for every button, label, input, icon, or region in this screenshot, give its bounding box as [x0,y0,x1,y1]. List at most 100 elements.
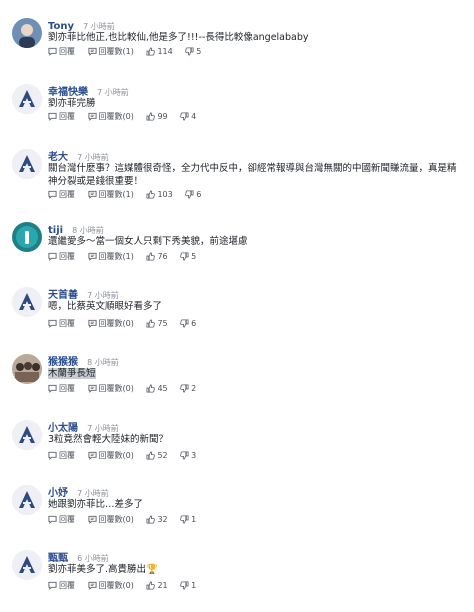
dislike-button[interactable]: 5 [180,252,196,261]
dislike-button[interactable]: 1 [180,515,196,524]
reply-count-icon [87,515,97,524]
reply-label: 回覆 [59,515,75,524]
thumbs-down-icon [180,384,189,393]
dislike-button[interactable]: 6 [180,319,196,328]
reply-count-button[interactable]: 回覆數(0) [87,111,134,122]
dislike-button[interactable]: 3 [180,451,196,460]
dislike-count: 2 [191,384,197,393]
like-button[interactable]: 99 [146,112,168,121]
timestamp: 8 小時前 [87,358,119,367]
avatar[interactable] [12,550,42,580]
reply-label: 回覆 [59,319,75,328]
thumbs-down-icon [185,190,194,199]
dislike-button[interactable]: 1 [180,581,196,590]
like-button[interactable]: 75 [146,319,168,328]
reply-count-label: 回覆數(0) [98,319,134,328]
thumbs-up-icon [146,515,156,524]
timestamp: 7 小時前 [87,291,119,300]
comment-item: 小妤 7 小時前 她跟劉亦菲比…差多了 回覆 回覆數(0) 32 1 [0,481,474,547]
reply-count-button[interactable]: 回覆數(0) [87,450,134,461]
comment-item: 甄甄 6 小時前 劉亦菲美多了.高貴勝出🏆 回覆 回覆數(0) 21 1 [0,546,474,612]
reply-icon [48,112,57,121]
comment-header: 甄甄 6 小時前 [48,546,109,564]
avatar[interactable] [12,18,42,48]
thumbs-down-icon [185,47,194,56]
like-button[interactable]: 103 [146,190,173,199]
reply-button[interactable]: 回覆 [48,580,75,591]
thumbs-up-icon [146,581,156,590]
dislike-button[interactable]: 5 [185,47,201,56]
reply-count-button[interactable]: 回覆數(1) [87,46,134,57]
reply-count-label: 回覆數(1) [98,190,134,199]
comment-feed: Tony 7 小時前 劉亦菲比他正,也比較仙,他是多了!!!--長得比較像ang… [0,0,474,594]
comment-actions: 回覆 回覆數(0) 32 1 [48,514,206,526]
reply-icon [48,47,57,56]
reply-count-button[interactable]: 回覆數(0) [87,318,134,329]
thumbs-down-icon [180,515,189,524]
comment-text: 劉亦菲比他正,也比較仙,他是多了!!!--長得比較像angelababy [48,31,458,44]
comment-header: 老大 7 小時前 [48,145,109,163]
comment-item: Tony 7 小時前 劉亦菲比他正,也比較仙,他是多了!!!--長得比較像ang… [0,14,474,80]
dislike-count: 5 [191,252,197,261]
reply-button[interactable]: 回覆 [48,111,75,122]
avatar[interactable] [12,222,42,252]
like-count: 76 [157,252,168,261]
dislike-count: 6 [191,319,197,328]
timestamp: 7 小時前 [77,153,109,162]
like-button[interactable]: 76 [146,252,168,261]
reply-count-button[interactable]: 回覆數(1) [87,251,134,262]
reply-count-icon [87,319,97,328]
reply-button[interactable]: 回覆 [48,46,75,57]
reply-icon [48,252,57,261]
like-count: 99 [157,112,168,121]
timestamp: 7 小時前 [83,22,115,31]
like-button[interactable]: 21 [146,581,168,590]
thumbs-up-icon [146,47,156,56]
dislike-button[interactable]: 2 [180,384,196,393]
comment-text-content: 嗯，比蔡英文順眼好看多了 [48,301,163,312]
dislike-button[interactable]: 6 [185,190,201,199]
reply-count-button[interactable]: 回覆數(0) [87,580,134,591]
reply-count-button[interactable]: 回覆數(0) [87,383,134,394]
avatar[interactable] [12,354,42,384]
reply-button[interactable]: 回覆 [48,514,75,525]
like-count: 21 [157,581,168,590]
reply-count-icon [87,384,97,393]
like-count: 52 [157,451,168,460]
reply-count-label: 回覆數(0) [98,515,134,524]
avatar[interactable] [12,149,42,179]
timestamp: 7 小時前 [87,424,119,433]
reply-count-label: 回覆數(1) [98,252,134,261]
comment-text: 劉亦菲完勝 [48,97,458,110]
thumbs-down-icon [180,581,189,590]
reply-button[interactable]: 回覆 [48,450,75,461]
like-button[interactable]: 45 [146,384,168,393]
reply-count-icon [87,190,97,199]
like-button[interactable]: 32 [146,515,168,524]
avatar[interactable] [12,485,42,515]
reply-icon [48,451,57,460]
reply-label: 回覆 [59,581,75,590]
reply-count-label: 回覆數(0) [98,384,134,393]
like-button[interactable]: 114 [146,47,173,56]
reply-count-label: 回覆數(1) [98,47,134,56]
avatar[interactable] [12,287,42,317]
dislike-button[interactable]: 4 [180,112,196,121]
like-button[interactable]: 52 [146,451,168,460]
avatar[interactable] [12,84,42,114]
reply-button[interactable]: 回覆 [48,251,75,262]
reply-button[interactable]: 回覆 [48,189,75,200]
comment-actions: 回覆 回覆數(0) 52 3 [48,450,206,462]
reply-button[interactable]: 回覆 [48,318,75,329]
reply-count-button[interactable]: 回覆數(0) [87,514,134,525]
comment-item: 幸福快樂 7 小時前 劉亦菲完勝 回覆 回覆數(0) 99 4 [0,80,474,146]
thumbs-up-icon [146,384,156,393]
reply-button[interactable]: 回覆 [48,383,75,394]
comment-actions: 回覆 回覆數(1) 76 5 [48,251,206,263]
reply-count-icon [87,47,97,56]
thumbs-down-icon [180,252,189,261]
comment-text-content: 關台灣什麼事？這媒體很奇怪，全力代中反中，卻經常報導與台灣無關的中國新聞賺流量，… [48,163,457,187]
avatar[interactable] [12,420,42,450]
reply-count-button[interactable]: 回覆數(1) [87,189,134,200]
reply-icon [48,384,57,393]
